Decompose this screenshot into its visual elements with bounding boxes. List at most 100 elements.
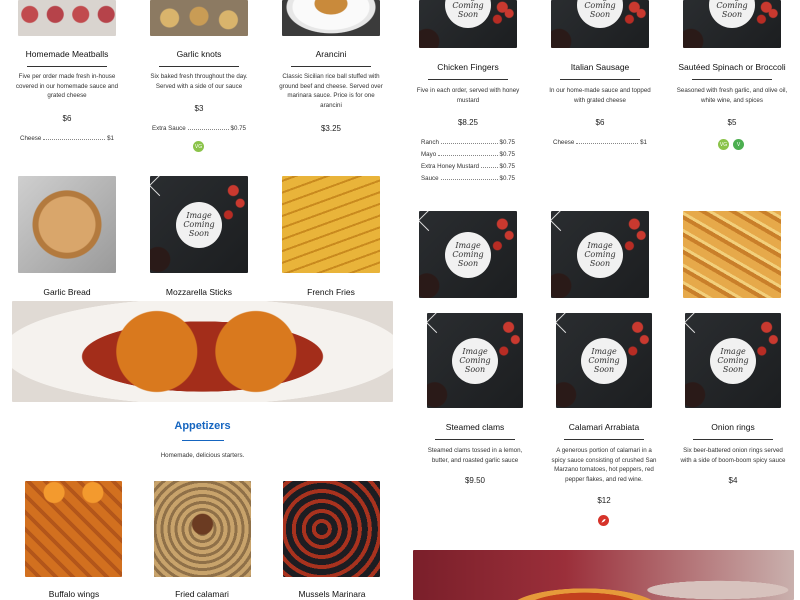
placeholder-image[interactable]: Image Coming Soon [551,211,649,298]
item-title-spinach: Sautéed Spinach or Broccoli [678,62,786,72]
addon-name: Cheese [553,139,575,146]
addon-name: Extra Honey Mustard [421,163,480,170]
onion-rings-image[interactable]: Image Coming Soon [685,313,781,408]
placeholder-text: Image Coming Soon [716,0,748,19]
addon-price: $0.75 [230,125,246,132]
addon-row[interactable]: Cheese $1 [20,135,114,142]
food-image[interactable] [683,211,781,298]
addon-price: $0.75 [499,175,515,182]
item-title-mozzarella: Mozzarella Sticks [165,287,233,297]
italian-sausage-image[interactable]: Image Coming Soon [551,0,649,48]
divider [27,66,107,67]
addon-name: Ranch [421,139,439,146]
item-price-chicken-fingers: $8.25 [457,118,479,127]
placeholder-disc: Image Coming Soon [709,0,755,28]
addon-name: Mayo [421,151,437,158]
addon-name: Cheese [20,135,42,142]
item-price-onion-rings: $4 [728,476,738,485]
item-title-arancini: Arancini [315,49,347,59]
item-title-fries: French Fries [307,287,355,297]
steamed-clams-image[interactable]: Image Coming Soon [427,313,523,408]
item-title-meatballs: Homemade Meatballs [25,49,109,59]
placeholder-disc: Image Coming Soon [176,201,222,248]
placeholder-text: Image Coming Soon [183,211,215,238]
spinach-image[interactable]: Image Coming Soon [683,0,781,48]
placeholder-text: Image Coming Soon [584,241,616,268]
vegan-badge-icon: VG [718,139,729,150]
divider [564,439,644,440]
item-title-buffalo-wings: Buffalo wings [48,589,100,599]
item-price-steamed-clams: $9.50 [464,476,486,485]
chicken-fingers-image[interactable]: Image Coming Soon [419,0,517,48]
placeholder-text: Image Coming Soon [452,241,484,268]
addon-price: $0.75 [499,139,515,146]
item-price-italian-sausage: $6 [595,118,605,127]
item-price-garlic-knots: $3 [194,104,204,113]
placeholder-disc: Image Coming Soon [445,0,491,28]
divider [560,79,640,80]
addon-row[interactable]: Extra Sauce $0.75 [152,125,246,132]
placeholder-tag [551,211,572,232]
placeholder-disc: Image Coming Soon [452,337,498,384]
arancini-image[interactable] [282,0,380,36]
placeholder-image[interactable]: Image Coming Soon [419,211,517,298]
addon-row[interactable]: Extra Honey Mustard $0.75 [421,163,515,170]
item-desc-garlic-knots: Six baked fresh throughout the day. Serv… [150,73,248,90]
item-title-chicken-fingers: Chicken Fingers [437,62,499,72]
vegan-badge-icon: VG [193,141,204,152]
placeholder-tag [427,313,448,334]
addon-name: Sauce [421,175,439,182]
placeholder-tag [685,313,706,334]
item-title-garlic-knots: Garlic knots [176,49,222,59]
addon-price: $0.75 [499,151,515,158]
divider [291,66,371,67]
mussels-marinara-image[interactable] [283,481,380,577]
meatballs-image[interactable] [18,0,116,36]
item-title-onion-rings: Onion rings [711,422,755,432]
buffalo-wings-image[interactable] [25,481,122,577]
garlic-knots-image[interactable] [150,0,248,36]
item-desc-italian-sausage: In our home-made sauce and topped with g… [549,87,651,104]
item-desc-spinach: Seasoned with fresh garlic, and olive oi… [676,87,788,104]
placeholder-tag [556,313,577,334]
item-price-calamari-arrabiata: $12 [597,496,611,505]
placeholder-disc: Image Coming Soon [445,231,491,278]
item-desc-chicken-fingers: Five in each order, served with honey mu… [416,87,520,104]
vegetarian-badge-icon: V [733,139,744,150]
fried-calamari-image[interactable] [154,481,251,577]
divider [428,79,508,80]
pizza-banner-image [413,550,794,600]
calamari-arrabiata-image[interactable]: Image Coming Soon [556,313,652,408]
pepper-icon [601,519,606,523]
addon-row[interactable]: Ranch $0.75 [421,139,515,146]
appetizers-banner-image [12,301,393,402]
placeholder-text: Image Coming Soon [584,0,616,19]
addon-row[interactable]: Sauce $0.75 [421,175,515,182]
placeholder-disc: Image Coming Soon [577,231,623,278]
item-title-steamed-clams: Steamed clams [445,422,505,432]
french-fries-image[interactable] [282,176,380,273]
placeholder-text: Image Coming Soon [452,0,484,19]
divider [693,439,773,440]
item-title-italian-sausage: Italian Sausage [570,62,630,72]
placeholder-text: Image Coming Soon [717,347,749,374]
divider [159,66,239,67]
addon-row[interactable]: Cheese $1 [553,139,647,146]
item-title-calamari-arrabiata: Calamari Arrabiata [568,422,640,432]
item-price-spinach: $5 [727,118,737,127]
section-divider [182,440,224,441]
addon-row[interactable]: Mayo $0.75 [421,151,515,158]
addon-price: $0.75 [499,163,515,170]
item-price-arancini: $3.25 [320,124,342,133]
item-desc-onion-rings: Six beer-battered onion rings served wit… [680,447,786,464]
item-title-fried-calamari: Fried calamari [175,589,229,599]
placeholder-tag [419,211,440,232]
placeholder-text: Image Coming Soon [588,347,620,374]
addon-price: $1 [107,135,114,142]
garlic-bread-image[interactable] [18,176,116,273]
divider [435,439,515,440]
placeholder-disc: Image Coming Soon [710,337,756,384]
item-title-mussels: Mussels Marinara [298,589,366,599]
mozzarella-sticks-image[interactable]: Image Coming Soon [150,176,248,273]
placeholder-disc: Image Coming Soon [581,337,627,384]
